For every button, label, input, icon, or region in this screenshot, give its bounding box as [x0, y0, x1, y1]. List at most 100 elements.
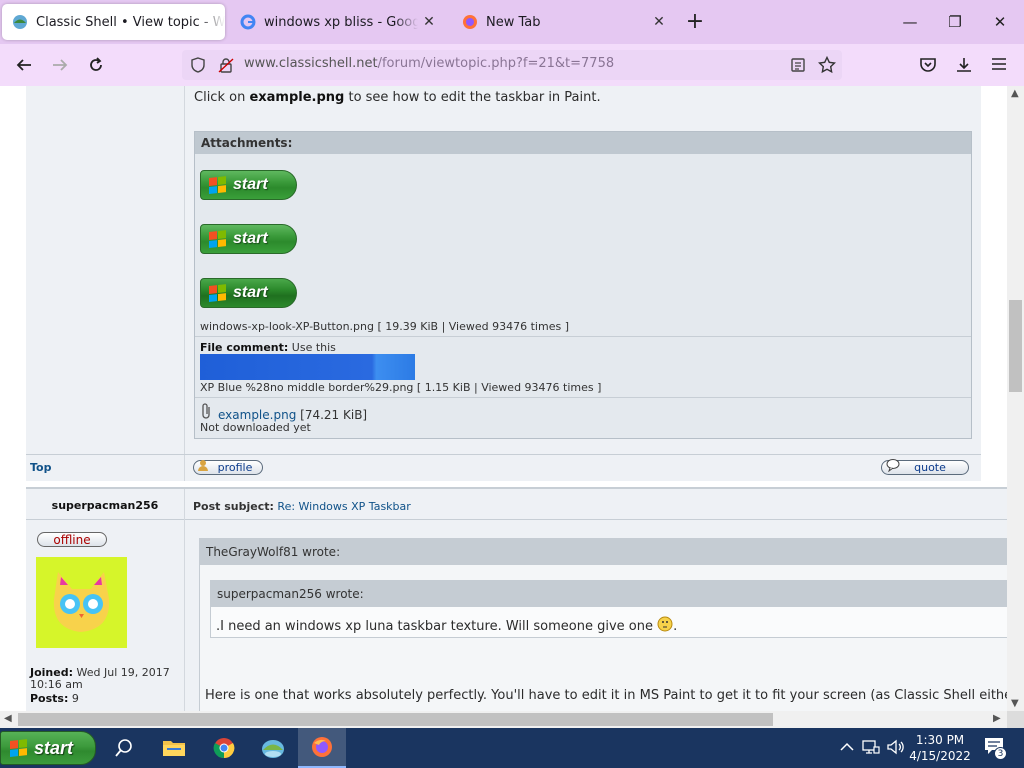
classic-shell-icon [262, 740, 284, 758]
quote-author: superpacman256 wrote: [211, 581, 1007, 607]
xp-start-button-image-3: start [200, 278, 297, 308]
firefox-icon [463, 15, 477, 29]
pocket-icon[interactable] [919, 57, 937, 73]
windows-flag-icon [209, 176, 227, 194]
tab-google-search[interactable]: windows xp bliss - Google Search ✕ [230, 4, 440, 40]
attachment-file-info: windows-xp-look-XP-Button.png [ 19.39 Ki… [200, 320, 569, 333]
quote-text: .I need an windows xp luna taskbar textu… [216, 616, 677, 634]
profile-button[interactable]: quoteprofile [193, 460, 263, 475]
close-tab-icon[interactable]: ✕ [418, 14, 440, 30]
classic-shell-icon [13, 15, 27, 29]
taskbar: start 1:30 PM 4/15/2022 3 [0, 728, 1024, 768]
reload-button[interactable] [82, 51, 110, 79]
tab-title: New Tab [486, 14, 541, 30]
horizontal-scroll-thumb[interactable] [18, 713, 773, 726]
post2-author-name: superpacman256 [51, 499, 159, 512]
posts-count: Posts: 9 [30, 692, 79, 705]
scroll-right-icon[interactable]: ▶ [993, 713, 1001, 724]
forward-button[interactable] [46, 51, 74, 79]
reader-view-icon[interactable] [790, 57, 806, 73]
example-png-link[interactable]: example.png [218, 408, 296, 422]
divider [195, 336, 971, 337]
offline-status-badge: offline [37, 532, 107, 547]
tab-strip: Classic Shell • View topic - Windows XP … [0, 0, 1024, 44]
classic-shell-button[interactable] [249, 728, 297, 768]
post1-intro: Click on example.png to see how to edit … [194, 90, 601, 105]
file-comment: File comment: Use this [200, 341, 336, 354]
network-icon[interactable] [862, 739, 880, 755]
windows-flag-icon [10, 739, 28, 757]
quote-block-inner: superpacman256 wrote: .I need an windows… [210, 580, 1007, 638]
page-viewport: Click on example.png to see how to edit … [0, 86, 1007, 711]
chrome-button[interactable] [200, 728, 248, 768]
attachments-heading: Attachments: [195, 132, 971, 154]
tab-title: Classic Shell • View topic - Windows XP … [36, 14, 225, 30]
downloads-icon[interactable] [955, 56, 973, 74]
vertical-scrollbar[interactable] [1007, 86, 1024, 711]
xp-start-button-image-1: start [200, 170, 297, 200]
scroll-up-icon[interactable]: ▲ [1011, 88, 1019, 99]
bookmark-star-icon[interactable] [818, 56, 836, 74]
quote-block-outer: TheGrayWolf81 wrote: superpacman256 wrot… [199, 538, 1007, 711]
clock-time: 1:30 PM [915, 733, 965, 747]
profile-icon [198, 460, 208, 471]
scroll-down-icon[interactable]: ▼ [1011, 698, 1019, 709]
post1-footer-right: quoteprofile quote [185, 455, 981, 481]
maximize-icon[interactable]: ❐ [940, 8, 970, 36]
url-bar[interactable]: www.classicshell.net/forum/viewtopic.php… [182, 50, 842, 80]
windows-flag-icon [209, 230, 227, 248]
notification-center-button[interactable]: 3 [984, 737, 1007, 760]
firefox-icon [312, 737, 332, 757]
attachment-download: example.png [74.21 KiB] [218, 408, 368, 422]
search-button[interactable] [100, 728, 148, 768]
user-avatar [36, 557, 127, 648]
minimize-icon[interactable]: — [895, 8, 925, 36]
paperclip-icon [202, 403, 210, 419]
scroll-left-icon[interactable]: ◀ [4, 713, 12, 724]
divider [195, 397, 971, 398]
system-clock[interactable]: 1:30 PM 4/15/2022 [900, 732, 980, 764]
folder-icon [163, 741, 185, 756]
navigation-bar: www.classicshell.net/forum/viewtopic.php… [0, 44, 1024, 86]
download-status: Not downloaded yet [200, 421, 311, 434]
vertical-scroll-thumb[interactable] [1009, 300, 1022, 392]
quote-button[interactable]: quote [881, 459, 969, 475]
url-text[interactable]: www.classicshell.net/forum/viewtopic.php… [244, 56, 614, 71]
insecure-lock-icon[interactable] [218, 57, 234, 73]
close-window-icon[interactable]: ✕ [985, 8, 1015, 36]
divider [26, 519, 184, 520]
back-button[interactable] [10, 51, 38, 79]
subject-link[interactable]: Re: Windows XP Taskbar [277, 500, 410, 513]
quote-speech-bubble-icon [886, 459, 900, 472]
tab-classic-shell[interactable]: Classic Shell • View topic - Windows XP … [2, 4, 225, 40]
post2-content-column: Post subject: Re: Windows XP Taskbar The… [185, 489, 1007, 711]
chrome-icon [213, 738, 235, 759]
windows-flag-icon [209, 284, 227, 302]
joined-info: Joined: Wed Jul 19, 2017 10:16 am [30, 666, 170, 691]
post1-author-column [26, 86, 185, 454]
quote-author: TheGrayWolf81 wrote: [200, 539, 1007, 565]
notification-count-badge: 3 [994, 747, 1007, 760]
attachments-box: Attachments: start start start windows-x… [194, 131, 972, 439]
thinking-smiley-icon [657, 616, 673, 632]
tab-new-tab[interactable]: New Tab ✕ [452, 4, 670, 40]
show-hidden-icons-chevron-icon[interactable] [840, 742, 854, 752]
reload-icon [90, 57, 102, 71]
tab-title: windows xp bliss - Google Search [264, 14, 418, 30]
reply-text: Here is one that works absolutely perfec… [205, 688, 1007, 703]
search-icon [115, 739, 132, 757]
google-icon [240, 14, 256, 30]
firefox-button[interactable] [298, 728, 346, 768]
top-link[interactable]: Top [30, 461, 51, 474]
shield-icon[interactable] [190, 57, 206, 73]
file-explorer-button[interactable] [150, 728, 198, 768]
menu-icon[interactable] [991, 57, 1007, 71]
post2-author-column: superpacman256 offline Joined: Wed Jul 1… [26, 489, 185, 711]
divider [185, 519, 1007, 520]
close-tab-icon[interactable]: ✕ [648, 14, 670, 30]
new-tab-button[interactable]: + [683, 8, 707, 36]
clock-date: 4/15/2022 [909, 749, 971, 763]
post1-footer-left: Top [26, 455, 185, 481]
xp-start-button-image-2: start [200, 224, 297, 254]
start-button[interactable]: start [0, 731, 96, 765]
